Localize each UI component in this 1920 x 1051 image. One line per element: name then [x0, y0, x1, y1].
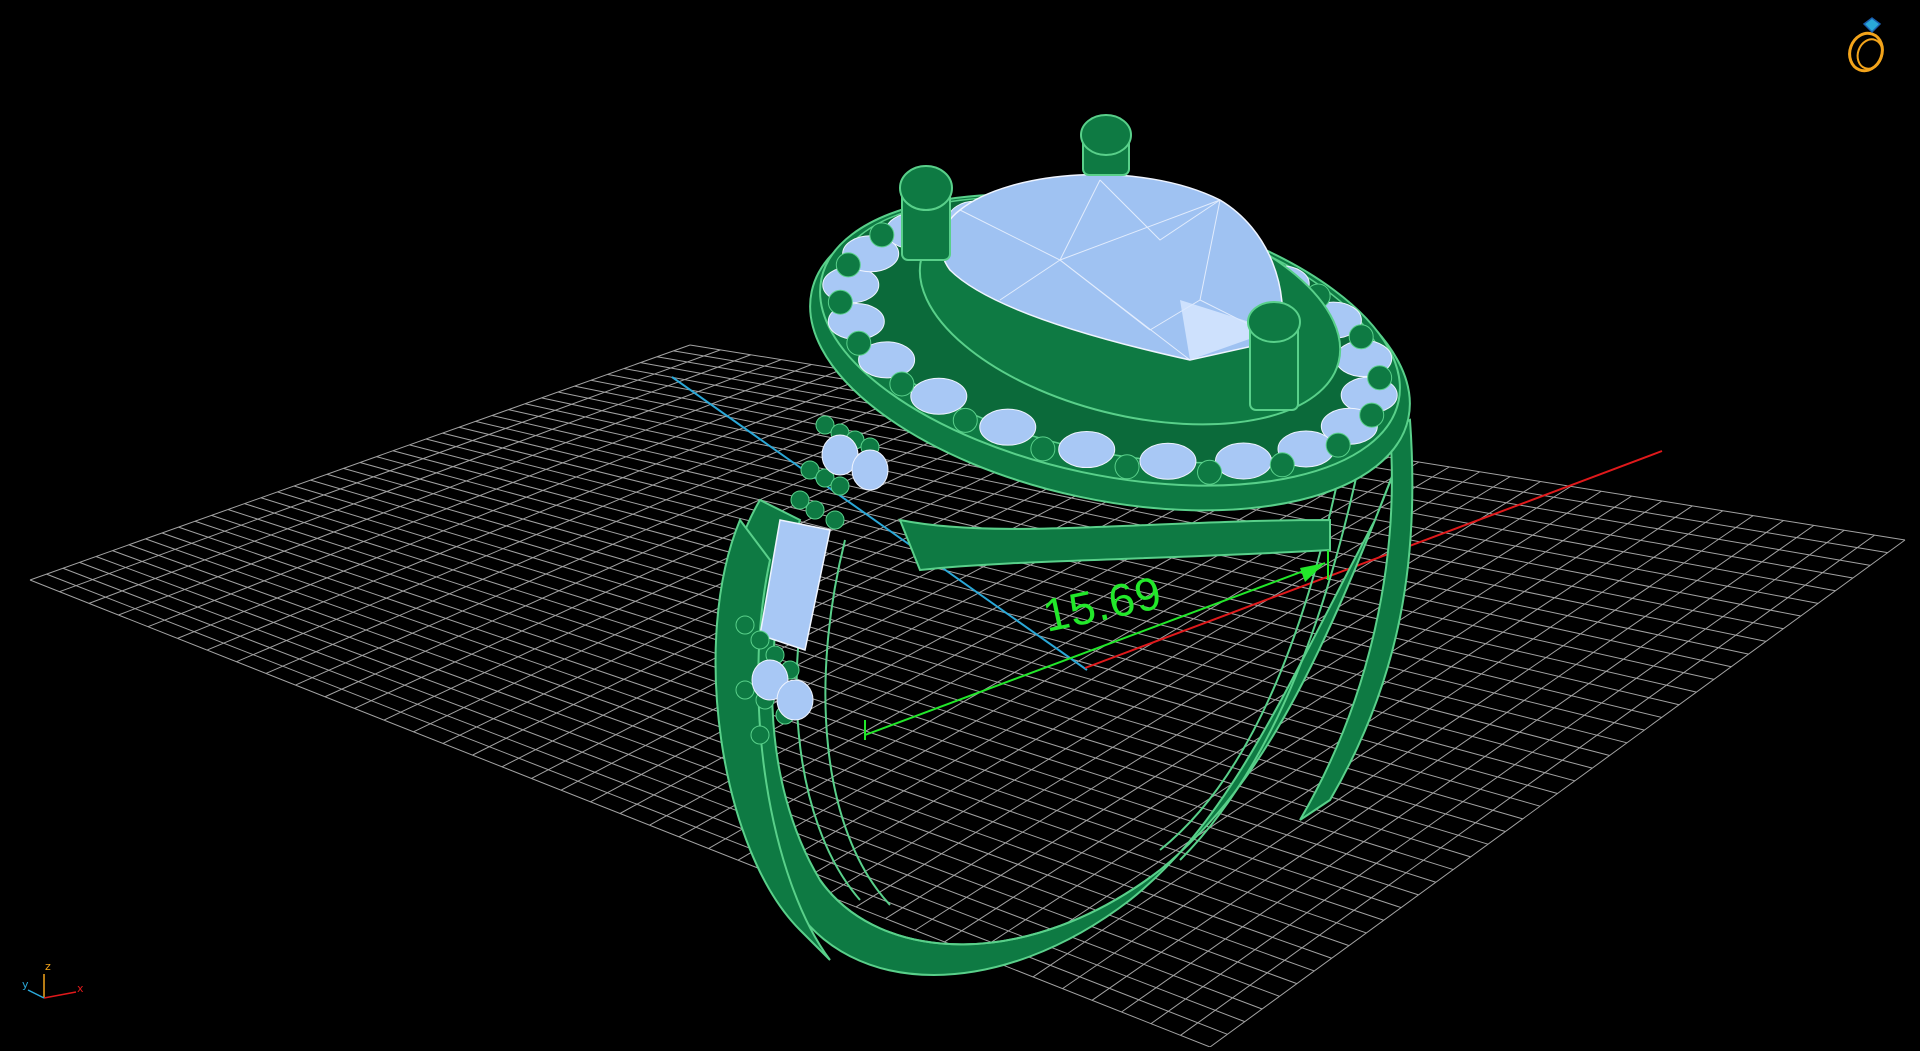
- halo-bead: [1197, 459, 1223, 485]
- halo-gem: [910, 377, 968, 415]
- shoulder-gem: [851, 449, 889, 491]
- shoulder-bead: [805, 500, 825, 520]
- shoulder-bead: [735, 615, 755, 635]
- shoulder-bead: [750, 725, 770, 745]
- scene-canvas[interactable]: [0, 0, 1920, 1048]
- halo-bead: [1348, 324, 1374, 350]
- halo-gem: [979, 408, 1037, 446]
- halo-bead: [1367, 365, 1393, 391]
- halo-gem: [1058, 431, 1116, 469]
- halo-bead: [889, 371, 915, 397]
- halo-bead: [835, 252, 861, 278]
- halo-bead: [1325, 432, 1351, 458]
- grid-line: [1062, 515, 1754, 990]
- z-axis-label: z: [45, 960, 51, 973]
- halo-gem: [1139, 442, 1197, 480]
- halo-bead: [1030, 436, 1056, 462]
- halo-bead: [1359, 402, 1385, 428]
- halo-bead: [827, 289, 853, 315]
- y-axis-label: y: [22, 978, 29, 991]
- shoulder-bead: [750, 630, 770, 650]
- shoulder-bead: [735, 680, 755, 700]
- halo-gem: [1215, 442, 1273, 480]
- shoulder-bead: [830, 476, 850, 496]
- halo-bead: [952, 407, 978, 433]
- axis-triad-icon: z x y: [14, 960, 94, 1010]
- halo-bead: [869, 222, 895, 248]
- grid-line: [1180, 534, 1875, 1036]
- halo-bead: [846, 330, 872, 356]
- halo-bead: [1269, 452, 1295, 478]
- shoulder-gem: [776, 679, 814, 721]
- shoulder-bead: [825, 510, 845, 530]
- halo-bead: [1114, 454, 1140, 480]
- ring-logo-icon: [1842, 10, 1894, 76]
- 3d-viewport[interactable]: 15.69 z x y: [0, 0, 1920, 1048]
- x-axis-label: x: [77, 982, 84, 995]
